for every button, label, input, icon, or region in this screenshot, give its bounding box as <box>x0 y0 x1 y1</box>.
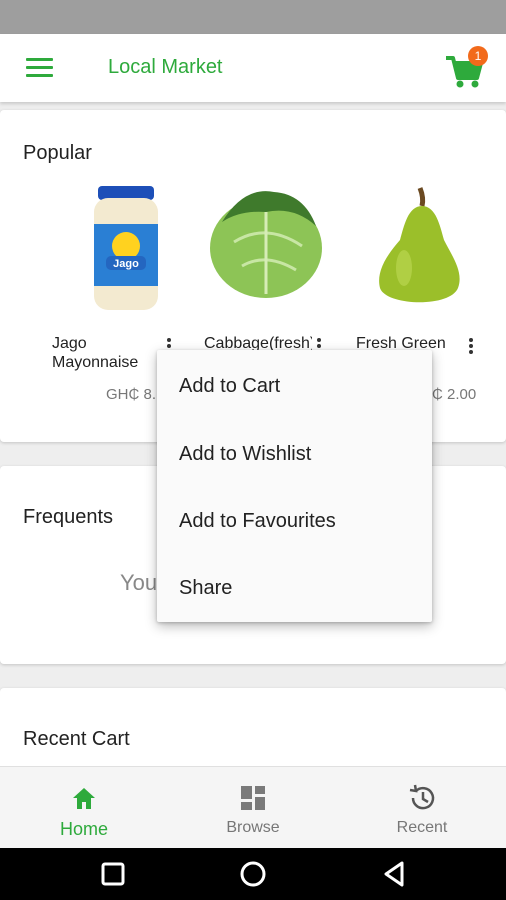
section-title-frequents: Frequents <box>23 506 114 528</box>
app-bar: Local Market 1 <box>0 34 506 102</box>
recents-square-icon[interactable] <box>98 860 128 888</box>
section-title-recent-cart: Recent Cart <box>23 728 130 750</box>
frequents-empty-message: You <box>120 570 158 595</box>
product-name: Jago Mayonnaise <box>52 335 139 371</box>
nav-item-recent[interactable]: Recent <box>338 767 506 849</box>
history-icon <box>409 784 435 810</box>
pear-image <box>379 187 460 303</box>
menu-item-share[interactable]: Share <box>157 554 432 622</box>
cart-button[interactable]: 1 <box>444 46 488 90</box>
product-context-menu: Add to Cart Add to Wishlist Add to Favou… <box>157 350 432 622</box>
menu-item-add-to-cart[interactable]: Add to Cart <box>157 352 432 420</box>
nav-label-browse: Browse <box>226 819 280 836</box>
cart-count-badge: 1 <box>468 46 488 66</box>
product-price: ₵ 2.00 <box>432 386 477 403</box>
nav-label-recent: Recent <box>396 819 448 836</box>
hamburger-icon[interactable] <box>26 58 53 80</box>
home-icon <box>73 788 95 809</box>
cabbage-image <box>210 191 322 298</box>
system-navigation-bar <box>0 848 506 900</box>
svg-text:Jago: Jago <box>113 258 139 270</box>
menu-item-add-to-wishlist[interactable]: Add to Wishlist <box>157 420 432 488</box>
grid-icon <box>241 786 265 810</box>
app-title: Local Market <box>108 56 223 78</box>
more-vert-icon[interactable] <box>466 338 476 358</box>
mayonnaise-jar-image: Jago <box>94 186 158 310</box>
menu-item-add-to-favourites[interactable]: Add to Favourites <box>157 487 432 555</box>
nav-label-home: Home <box>59 819 108 839</box>
bottom-navigation: Home Browse Recent <box>0 766 506 848</box>
back-triangle-icon[interactable] <box>380 860 410 888</box>
nav-item-home[interactable]: Home <box>0 767 168 849</box>
nav-item-browse[interactable]: Browse <box>169 767 337 849</box>
status-bar <box>0 0 506 34</box>
home-circle-icon[interactable] <box>238 860 268 888</box>
product-price: GH₵ 8. <box>106 386 157 403</box>
